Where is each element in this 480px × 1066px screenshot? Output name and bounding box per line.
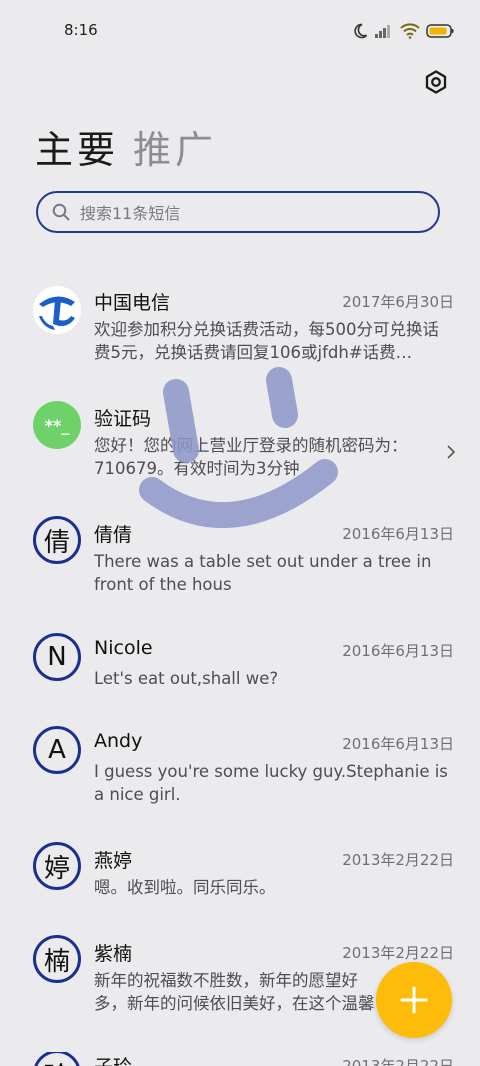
sender-name: 验证码 [94,408,152,430]
settings-button[interactable] [420,66,452,98]
signal-icon [375,25,390,38]
message-item[interactable]: 玲 子玲 2013年2月22日 [0,1052,480,1066]
status-time: 8:16 [64,21,98,39]
message-preview: 新年的祝福数不胜数，新年的愿望好多，新年的问候依旧美好，在这个温馨的 [94,971,375,1013]
avatar: 玲 [33,1052,81,1066]
message-preview: 嗯。收到啦。同乐同乐。 [94,878,276,897]
message-preview: 欢迎参加积分兑换话费活动，每500分可兑换话费5元，兑换话费请回复106或jfd… [94,320,439,362]
sender-name: Andy [94,730,143,752]
moon-icon [354,23,368,39]
message-item[interactable]: 中国电信 2017年6月30日 欢迎参加积分兑换话费活动，每500分可兑换话费5… [0,286,480,368]
wifi-icon [400,23,420,39]
tab-bar: 主要 推广 [35,118,217,174]
message-date: 2013年2月22日 [342,851,454,869]
message-item[interactable]: N Nicole 2016年6月13日 Let's eat out,shall … [0,633,480,697]
avatar: 婷 [33,842,81,890]
message-preview: There was a table set out under a tree i… [94,552,432,594]
search-icon [52,203,70,221]
message-item[interactable]: **_ 验证码 您好！您的网上营业厅登录的随机密码为：710679。有效时间为3… [0,401,480,484]
chevron-right-icon [447,445,456,459]
sender-name: 倩倩 [94,524,133,546]
message-item[interactable]: 倩 倩倩 2016年6月13日 There was a table set ou… [0,516,480,600]
avatar: A [33,726,81,774]
avatar [33,286,81,334]
sender-name: 子玲 [94,1052,132,1066]
avatar: 倩 [33,516,81,564]
avatar: **_ [33,401,81,449]
search-bar[interactable]: 搜索11条短信 [36,191,440,233]
new-message-button[interactable] [376,962,452,1038]
battery-icon [426,24,454,38]
sender-name: Nicole [94,637,153,659]
sender-name: 紫楠 [94,943,133,965]
message-preview: Let's eat out,shall we? [94,669,279,688]
status-bar: 8:16 [0,0,480,62]
message-date: 2016年6月13日 [342,525,454,543]
settings-icon [425,70,447,94]
message-item[interactable]: A Andy 2016年6月13日 I guess you're some lu… [0,726,480,810]
avatar: 楠 [33,935,81,983]
china-telecom-logo-icon [33,286,81,334]
sender-name: 燕婷 [94,850,133,872]
message-date: 2016年6月13日 [342,735,454,753]
message-date: 2016年6月13日 [342,642,454,660]
message-item[interactable]: 婷 燕婷 2013年2月22日 嗯。收到啦。同乐同乐。 [0,842,480,906]
tab-promotions[interactable]: 推广 [133,126,217,174]
avatar: N [33,633,81,681]
message-date: 2013年2月22日 [342,1057,454,1066]
status-icons [352,22,454,40]
message-preview: I guess you're some lucky guy.Stephanie … [94,762,448,804]
message-preview: 您好！您的网上营业厅登录的随机密码为：710679。有效时间为3分钟 [94,436,408,478]
sender-name: 中国电信 [94,292,171,314]
search-input[interactable]: 搜索11条短信 [80,200,180,224]
message-date: 2013年2月22日 [342,944,454,962]
plus-icon [400,986,428,1014]
message-date: 2017年6月30日 [342,293,454,311]
tab-primary[interactable]: 主要 [35,126,119,174]
